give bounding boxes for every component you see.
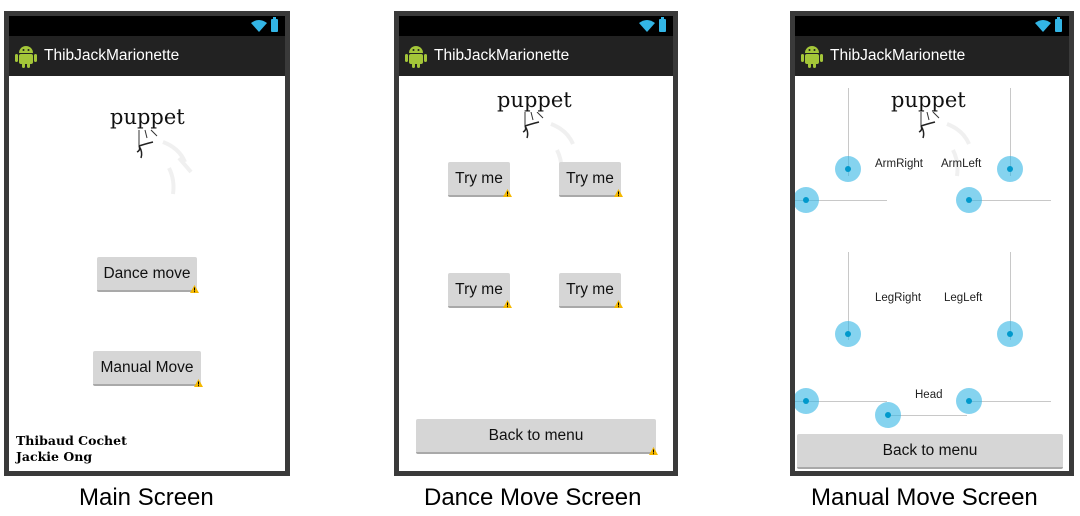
head-thumb[interactable] xyxy=(875,402,901,428)
wifi-icon xyxy=(639,20,655,32)
dance-screen-display: ThibJackMarionette puppet Try me Try me … xyxy=(399,16,673,471)
manual-screen-caption: Manual Move Screen xyxy=(811,484,1038,511)
arm-right-horizontal-thumb[interactable] xyxy=(795,187,819,213)
manual-screen-phone: ThibJackMarionette puppet ArmRight ArmLe… xyxy=(790,11,1074,476)
dance-move-button[interactable]: Dance move xyxy=(97,257,197,292)
try-me-button-4[interactable]: Try me xyxy=(559,273,621,308)
dance-screen-caption: Dance Move Screen xyxy=(424,484,642,511)
puppet-logo-text: puppet xyxy=(110,105,185,129)
warning-icon xyxy=(194,379,203,387)
puppet-logo-text: puppet xyxy=(891,88,966,112)
arm-left-horizontal-thumb[interactable] xyxy=(956,187,982,213)
status-bar xyxy=(795,16,1069,36)
battery-icon xyxy=(271,17,278,32)
puppet-logo-text: puppet xyxy=(497,88,572,112)
manual-move-label: Manual Move xyxy=(100,359,194,376)
warning-icon xyxy=(190,285,199,293)
credit-name: Jackie Ong xyxy=(16,449,93,464)
try-me-label: Try me xyxy=(566,281,614,298)
credits: Thibaud Cochet Jackie Ong xyxy=(16,433,127,465)
leg-right-vertical-thumb[interactable] xyxy=(835,321,861,347)
warning-icon xyxy=(614,300,623,308)
warning-icon xyxy=(503,300,512,308)
credit-name: Thibaud Cochet xyxy=(16,433,127,448)
action-bar: ThibJackMarionette xyxy=(399,36,673,76)
warning-icon xyxy=(614,189,623,197)
wifi-icon xyxy=(1035,20,1051,32)
main-screen-phone: ThibJackMarionette puppet Dance move Man… xyxy=(4,11,290,476)
try-me-label: Try me xyxy=(566,170,614,187)
leg-right-horizontal-thumb[interactable] xyxy=(795,388,819,414)
status-bar xyxy=(9,16,285,36)
action-bar: ThibJackMarionette xyxy=(9,36,285,76)
leg-left-horizontal-thumb[interactable] xyxy=(956,388,982,414)
back-to-menu-label: Back to menu xyxy=(488,427,584,444)
try-me-button-1[interactable]: Try me xyxy=(448,162,510,197)
back-to-menu-label: Back to menu xyxy=(882,442,978,459)
manual-move-button[interactable]: Manual Move xyxy=(93,351,201,386)
android-app-icon xyxy=(801,46,823,68)
try-me-button-2[interactable]: Try me xyxy=(559,162,621,197)
android-app-icon xyxy=(15,46,37,68)
warning-icon xyxy=(649,447,658,455)
try-me-label: Try me xyxy=(455,170,503,187)
puppet-logo-art xyxy=(918,112,971,177)
arm-left-label: ArmLeft xyxy=(941,158,982,170)
main-content: puppet Dance move Manual Move Thibaud Co… xyxy=(9,76,285,471)
app-title: ThibJackMarionette xyxy=(44,47,180,64)
dance-move-label: Dance move xyxy=(103,265,191,282)
puppet-logo-art xyxy=(136,129,193,195)
back-to-menu-button[interactable]: Back to menu xyxy=(416,419,656,454)
dance-screen-phone: ThibJackMarionette puppet Try me Try me … xyxy=(394,11,678,476)
manual-screen-display: ThibJackMarionette puppet ArmRight ArmLe… xyxy=(795,16,1069,471)
arm-left-vertical-thumb[interactable] xyxy=(997,156,1023,182)
main-screen-display: ThibJackMarionette puppet Dance move Man… xyxy=(9,16,285,471)
leg-left-label: LegLeft xyxy=(944,292,983,304)
try-me-label: Try me xyxy=(455,281,503,298)
android-app-icon xyxy=(405,46,427,68)
app-title: ThibJackMarionette xyxy=(434,47,570,64)
arm-right-vertical-thumb[interactable] xyxy=(835,156,861,182)
main-screen-caption: Main Screen xyxy=(79,484,214,511)
wifi-icon xyxy=(251,20,267,32)
status-bar xyxy=(399,16,673,36)
try-me-button-3[interactable]: Try me xyxy=(448,273,510,308)
leg-left-vertical-thumb[interactable] xyxy=(997,321,1023,347)
arm-right-label: ArmRight xyxy=(875,158,923,170)
leg-right-label: LegRight xyxy=(875,292,922,304)
back-to-menu-button[interactable]: Back to menu xyxy=(797,434,1063,469)
app-title: ThibJackMarionette xyxy=(830,47,966,64)
action-bar: ThibJackMarionette xyxy=(795,36,1069,76)
battery-icon xyxy=(1055,17,1062,32)
battery-icon xyxy=(659,17,666,32)
dance-content: puppet Try me Try me Try me Try me Back … xyxy=(399,76,673,471)
warning-icon xyxy=(503,189,512,197)
manual-content: puppet ArmRight ArmLeft LegRight LegLeft… xyxy=(795,76,1069,471)
head-label: Head xyxy=(915,389,943,401)
